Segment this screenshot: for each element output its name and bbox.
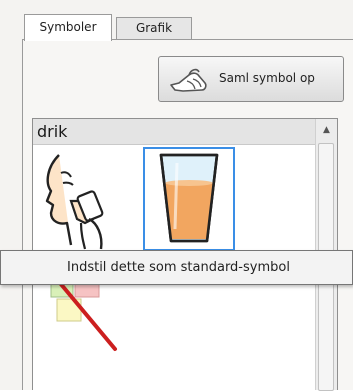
symbol-item-no-symbol[interactable]	[43, 275, 135, 379]
symbol-item-smell[interactable]	[37, 149, 129, 253]
scroll-up-arrow-icon[interactable]: ▲	[318, 121, 335, 139]
smell-symbol-icon	[45, 154, 104, 250]
tab-grafik[interactable]: Grafik	[116, 17, 192, 40]
symbol-item-drink[interactable]	[143, 147, 235, 251]
collect-symbol-label: Saml symbol op	[219, 71, 315, 85]
category-header: drik	[33, 119, 315, 145]
symbol-panel: Symboler Grafik Saml symbol op drik ▲ In…	[0, 0, 353, 391]
context-menu-set-default[interactable]: Indstil dette som standard-symbol	[0, 250, 353, 285]
tab-symboler[interactable]: Symboler	[24, 14, 112, 41]
no-symbol-icon	[50, 275, 117, 351]
context-menu-item-label: Indstil dette som standard-symbol	[67, 260, 290, 275]
glass-of-juice-icon	[159, 153, 219, 243]
collect-symbol-button[interactable]: Saml symbol op	[158, 56, 344, 102]
hand-grab-icon	[169, 63, 213, 97]
